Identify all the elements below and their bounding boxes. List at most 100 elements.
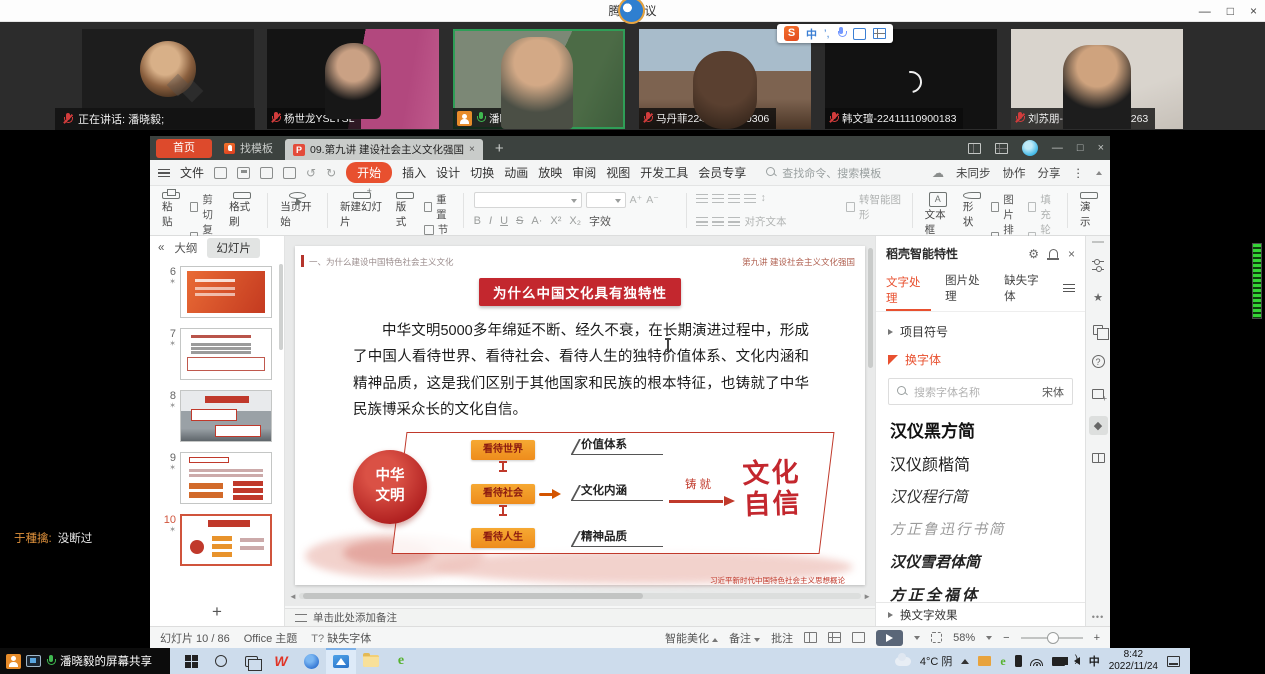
text-box-button[interactable]: A 文本框 [919,190,957,231]
beautify-button[interactable]: 智能美化 [665,630,718,646]
slide-thumb-8[interactable]: 8✶ [158,390,280,442]
theme-name[interactable]: Office 主题 [244,630,298,646]
wps-taskbar-icon[interactable]: W [266,648,296,674]
subscript-icon[interactable]: X₂ [569,215,581,227]
sogou-logo-icon[interactable]: S [784,26,799,41]
section-bullets[interactable]: 项目符号 [876,312,1085,340]
menu-review[interactable]: 审阅 [572,164,596,181]
ime-toolbar[interactable]: S 中 ’, [777,24,893,43]
share-button[interactable]: 分享 [1038,165,1061,181]
bold-button[interactable]: B [474,215,481,227]
zoom-slider[interactable] [1021,637,1083,639]
tray-folder-icon[interactable] [978,656,991,666]
print-icon[interactable] [260,167,273,179]
slideshow-play-button[interactable] [876,630,903,646]
undo-icon[interactable]: ↺ [306,166,316,180]
cortana-icon[interactable] [206,648,236,674]
layout-switch-icon[interactable] [968,143,981,154]
comments-toggle[interactable]: 批注 [771,630,793,646]
file-explorer-icon[interactable] [356,648,386,674]
redo-icon[interactable]: ↻ [326,166,336,180]
insert-image-icon[interactable] [1089,384,1108,403]
grow-font-icon[interactable]: A⁺ [630,194,643,206]
strike-button[interactable]: S [516,215,523,227]
start-button[interactable] [176,648,206,674]
missing-font-status[interactable]: 缺失字体 [327,633,371,645]
paste-button[interactable]: 粘贴 [156,190,186,231]
tray-browser-icon[interactable]: e [1000,654,1005,669]
menu-slideshow[interactable]: 放映 [538,164,562,181]
fill-button[interactable]: 填充 [1028,192,1057,222]
thumb-scrollbar[interactable] [279,264,283,350]
slide-thumb-7[interactable]: 7✶ [158,328,280,380]
menu-start-tab[interactable]: 开始 [346,162,392,183]
tab-outline[interactable]: 大纲 [174,240,197,256]
normal-view-icon[interactable] [804,632,817,643]
slide-diagram[interactable]: 中华 文明 看待世界 看待社会 看待人生 价值体系 文化内涵 精神品质 铸就 文… [313,424,847,574]
command-search[interactable]: 查找命令、搜索模板 [766,165,881,181]
duplicate-icon[interactable] [1089,320,1108,339]
scroll-left-icon[interactable]: ◄ [289,592,297,601]
wps-restore-icon[interactable]: □ [1077,142,1084,154]
zoom-level[interactable]: 58% [953,632,975,644]
play-from-current-button[interactable]: 当页开始 [274,190,321,231]
slide-layout-button[interactable]: 版式 [390,190,420,231]
menu-animation[interactable]: 动画 [504,164,528,181]
section-text-effects[interactable]: 换文字效果 [876,602,1085,626]
font-option[interactable]: 方正鲁迅行书简 [890,512,1071,545]
sorter-view-icon[interactable] [828,632,841,643]
properties-icon[interactable] [1089,256,1108,275]
font-name-box[interactable] [474,192,582,208]
cut-button[interactable]: 剪切 [190,192,219,222]
zoom-dropdown-icon[interactable] [986,636,992,640]
save-icon[interactable] [214,167,227,179]
underline-button[interactable]: U [500,215,508,227]
volume-icon[interactable] [1074,657,1080,665]
find-icon[interactable] [283,167,296,179]
menu-transition[interactable]: 切换 [470,164,494,181]
app-blue-icon[interactable] [296,648,326,674]
action-center-icon[interactable] [1167,656,1180,667]
menu-devtools[interactable]: 开发工具 [640,164,688,181]
notes-toggle[interactable]: 备注 [729,630,760,646]
close-icon[interactable]: × [1250,4,1257,18]
tab-home[interactable]: 首页 [156,139,212,158]
participant-tile-active-speaker[interactable]: 潘晓毅 [453,29,625,129]
browser-icon[interactable]: e [386,648,416,674]
font-option[interactable]: 汉仪程行简 [890,479,1071,512]
menu-insert[interactable]: 插入 [402,164,426,181]
wps-close-icon[interactable]: × [1098,142,1104,154]
help-icon[interactable]: ? [1089,352,1108,371]
shrink-font-icon[interactable]: A⁻ [646,194,659,206]
pane-menu-icon[interactable] [1063,284,1075,292]
slide-canvas[interactable]: 一、为什么建设中国特色社会主义文化 第九讲 建设社会主义文化强国 为什么中国文化… [295,246,865,585]
font-color-icon[interactable]: A· [531,215,542,227]
font-option[interactable]: 汉仪雪君体简 [890,545,1071,578]
align-text-button[interactable]: 对齐文本 [744,214,786,229]
ime-keyboard-icon[interactable] [853,28,866,40]
ime-voice-icon[interactable] [837,27,846,40]
reader-icon[interactable] [1089,448,1108,467]
output-icon[interactable] [237,167,250,179]
wps-minimize-icon[interactable]: — [1052,142,1063,154]
notes-bar[interactable]: 单击此处添加备注 [285,608,875,626]
slide-thumb-6[interactable]: 6✶ [158,266,280,318]
apps-grid-icon[interactable] [995,143,1008,154]
add-slide-button[interactable]: + [150,602,284,622]
tray-phone-icon[interactable] [1015,655,1022,667]
italic-button[interactable]: I [489,215,492,227]
slide-horizontal-scrollbar[interactable]: ◄ ► [289,592,871,600]
section-change-font[interactable]: 换字体 [876,340,1085,368]
present-button[interactable]: 演示 [1074,190,1104,231]
shapes-button[interactable]: 形状 [957,190,987,231]
participant-tile[interactable]: 马丹菲22410316900306 [639,29,811,129]
reset-button[interactable]: 重置 [424,192,453,222]
minimize-icon[interactable]: — [1199,4,1211,18]
tab-close-icon[interactable]: × [469,144,475,155]
section-button[interactable]: 节 [424,222,453,237]
account-avatar[interactable] [1022,140,1038,156]
ime-punct-icon[interactable]: ’, [824,28,830,40]
zoom-in-button[interactable]: + [1094,632,1100,644]
bell-icon[interactable] [1049,249,1058,258]
slide-title-banner[interactable]: 为什么中国文化具有独特性 [479,278,681,306]
